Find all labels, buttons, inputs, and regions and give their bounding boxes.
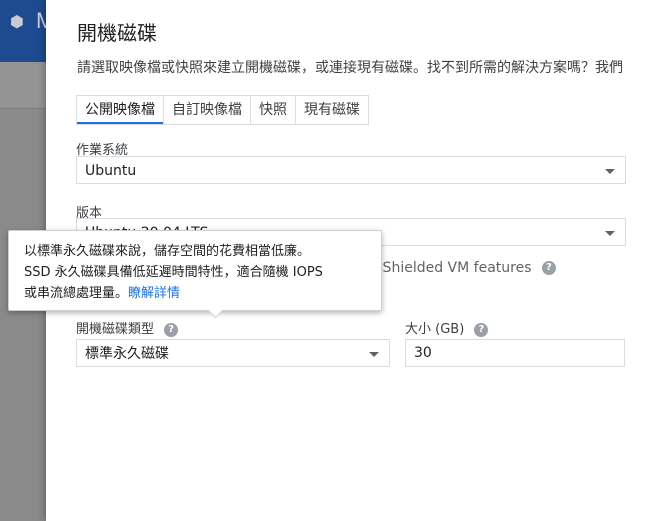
os-select[interactable]: Ubuntu: [76, 156, 626, 184]
disk-type-select-value: 標準永久磁碟: [85, 346, 169, 362]
disk-type-select[interactable]: 標準永久磁碟: [76, 339, 390, 367]
tab-public-images[interactable]: 公開映像檔: [77, 96, 164, 124]
image-source-tabs: 公開映像檔 自訂映像檔 快照 現有磁碟: [76, 95, 369, 125]
background-header: ⬢ M: [0, 0, 54, 62]
question-circle-icon[interactable]: ?: [541, 261, 556, 275]
question-circle-icon[interactable]: ?: [164, 322, 179, 337]
disk-type-label-row: 開機磁碟類型 ?: [76, 318, 179, 337]
tab-existing-disks[interactable]: 現有磁碟: [296, 96, 368, 124]
size-label: 大小 (GB): [405, 322, 465, 337]
dialog-title: 開機磁碟: [77, 21, 157, 45]
dialog-description: 請選取映像檔或快照來建立開機磁碟，或連接現有磁碟。找不到所需的解決方案嗎？我們: [77, 60, 623, 76]
tab-snapshots[interactable]: 快照: [251, 96, 296, 124]
tooltip-line-3: 或串流總處理量。瞭解詳情: [24, 283, 369, 304]
background-strip: [0, 62, 46, 108]
tooltip-line-1: 以標準永久磁碟來說，儲存空間的花費相當低廉。: [24, 244, 311, 259]
size-label-row: 大小 (GB) ?: [405, 318, 489, 337]
disk-type-tooltip: 以標準永久磁碟來說，儲存空間的花費相當低廉。 SSD 永久磁碟具備低延遲時間特性…: [8, 230, 382, 311]
size-input[interactable]: [405, 339, 625, 367]
tooltip-line-2: SSD 永久磁碟具備低延遲時間特性，適合隨機 IOPS: [24, 265, 323, 280]
app-logo-icon: ⬢: [10, 12, 24, 31]
tab-custom-images[interactable]: 自訂映像檔: [164, 96, 251, 124]
disk-type-label: 開機磁碟類型: [76, 322, 155, 337]
learn-more-link[interactable]: 瞭解詳情: [128, 286, 180, 301]
question-circle-icon[interactable]: ?: [474, 322, 489, 337]
tooltip-line-3-text: 或串流總處理量。: [24, 286, 129, 301]
caret-down-icon: [605, 231, 615, 236]
os-select-value: Ubuntu: [85, 163, 137, 179]
caret-down-icon: [369, 352, 379, 357]
background-divider: [0, 108, 46, 109]
caret-down-icon: [605, 169, 615, 174]
